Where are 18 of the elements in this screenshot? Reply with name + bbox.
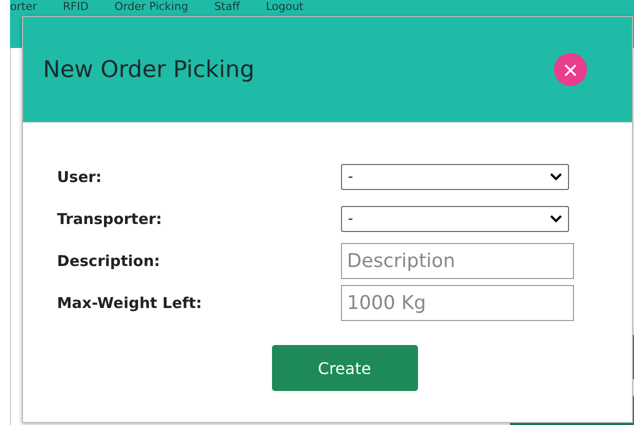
field-label: Transporter: bbox=[57, 210, 163, 228]
nav-link[interactable]: Order Picking bbox=[114, 0, 188, 14]
field-label: Max-Weight Left: bbox=[57, 294, 203, 312]
nav-link[interactable]: RFID bbox=[62, 0, 89, 14]
input-field[interactable]: 1000 Kg bbox=[341, 285, 574, 321]
dropdown[interactable]: - bbox=[341, 206, 569, 232]
create-button[interactable]: Create bbox=[272, 345, 418, 391]
field-label: Description: bbox=[57, 252, 162, 270]
input-field[interactable]: Description bbox=[341, 243, 574, 279]
close-button[interactable]: × bbox=[554, 53, 587, 86]
nav-link[interactable]: orter bbox=[10, 0, 37, 14]
nav-link[interactable]: Staff bbox=[214, 0, 240, 14]
chevron-down-icon bbox=[550, 173, 562, 181]
dropdown[interactable]: - bbox=[341, 164, 569, 190]
dialog-title: New Order Picking bbox=[43, 56, 254, 82]
nav-link[interactable]: Logout bbox=[266, 0, 304, 14]
chevron-down-icon bbox=[550, 215, 562, 223]
field-label: User: bbox=[57, 168, 103, 186]
